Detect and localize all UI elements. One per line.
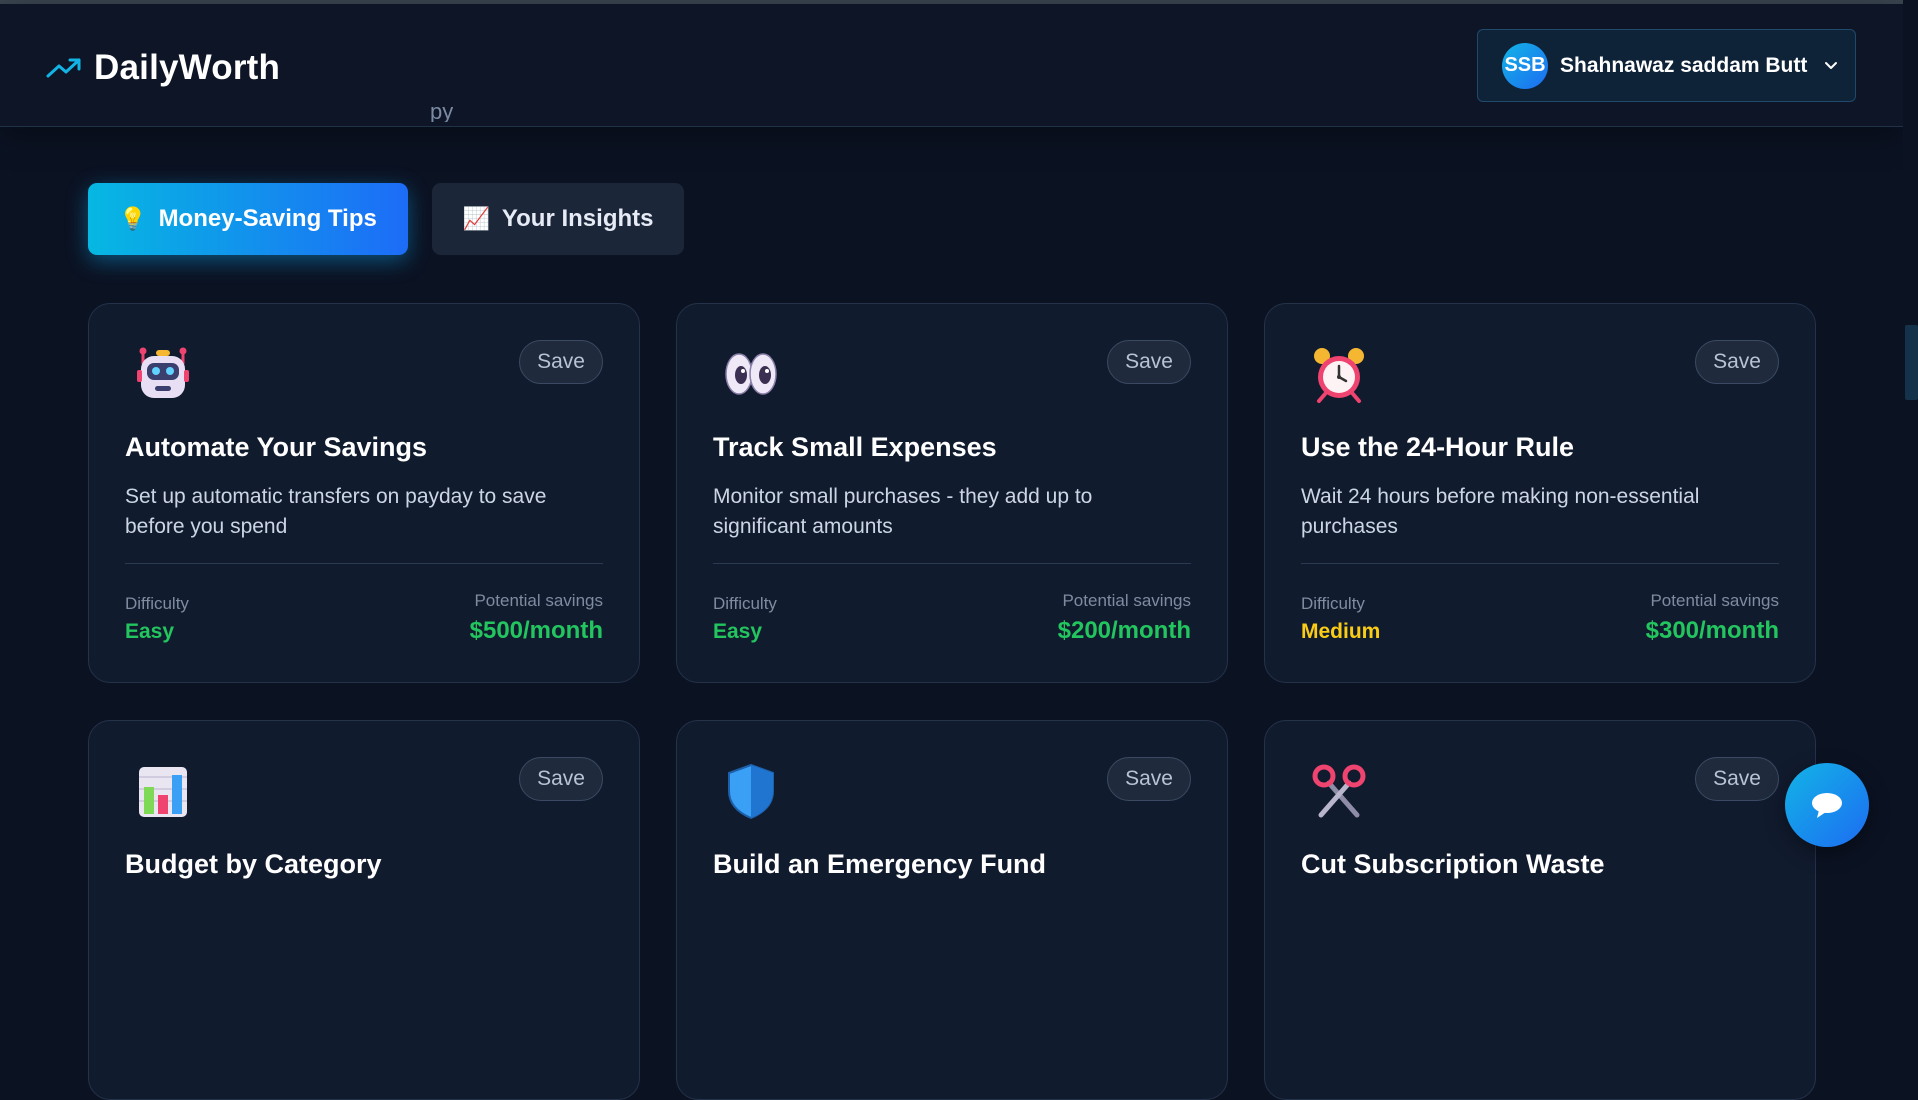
bar-chart-icon xyxy=(139,767,187,817)
difficulty-value: Easy xyxy=(713,620,763,643)
save-button[interactable]: Save xyxy=(1107,757,1191,801)
obscured-subtitle: py xyxy=(430,104,454,122)
savings-label: Potential savings xyxy=(1062,591,1191,610)
tip-title: Cut Subscription Waste xyxy=(1301,849,1605,879)
save-button[interactable]: Save xyxy=(1695,340,1779,384)
savings-label: Potential savings xyxy=(474,591,603,610)
brand-name: DailyWorth xyxy=(94,48,281,87)
savings-value: $500/month xyxy=(469,617,603,644)
tip-title: Automate Your Savings xyxy=(125,432,428,462)
scrollbar-track[interactable] xyxy=(1903,0,1918,883)
brand[interactable]: DailyWorth xyxy=(46,48,280,88)
lightbulb-icon: 💡 xyxy=(119,206,147,231)
tab-label: Money-Saving Tips xyxy=(158,205,377,232)
chevron-down-icon xyxy=(1825,61,1838,69)
tab-your-insights[interactable]: 📈 Your Insights xyxy=(432,183,684,255)
tip-card: Save Automate Your Savings Set up automa… xyxy=(88,303,640,683)
shield-icon xyxy=(728,763,774,820)
chart-increasing-icon: 📈 xyxy=(462,206,490,231)
chat-bubble-icon xyxy=(1812,793,1842,818)
tip-card: Save Build an Emergency Fund xyxy=(676,720,1228,1100)
eyes-icon xyxy=(725,353,777,395)
divider xyxy=(1301,563,1779,564)
divider xyxy=(125,563,603,564)
tip-description: Monitor small purchases - they add up to… xyxy=(713,485,1093,538)
avatar: SSB xyxy=(1502,42,1548,89)
savings-value: $200/month xyxy=(1057,617,1191,644)
tip-card: Save Cut Subscription Waste xyxy=(1264,720,1816,1100)
tip-card: Save Budget by Category xyxy=(88,720,640,1100)
robot-icon xyxy=(137,347,189,398)
difficulty-label: Difficulty xyxy=(713,594,777,613)
difficulty-label: Difficulty xyxy=(1301,594,1365,613)
save-button[interactable]: Save xyxy=(519,340,603,384)
tab-money-saving-tips[interactable]: 💡 Money-Saving Tips xyxy=(88,183,408,255)
tip-title: Track Small Expenses xyxy=(713,432,997,462)
user-menu-button[interactable]: SSB Shahnawaz saddam Butt xyxy=(1477,29,1856,102)
tip-title: Use the 24-Hour Rule xyxy=(1301,432,1575,462)
scrollbar-thumb[interactable] xyxy=(1905,325,1918,400)
chat-button[interactable] xyxy=(1785,763,1869,847)
tip-title: Build an Emergency Fund xyxy=(713,849,1047,879)
difficulty-value: Medium xyxy=(1301,620,1381,643)
scissors-icon xyxy=(1312,764,1366,818)
tip-description: Wait 24 hours before making non-essentia… xyxy=(1301,485,1700,538)
tip-description: Set up automatic transfers on payday to … xyxy=(125,485,547,538)
tip-card: Save Use the 24-Hour Rule Wait 24 hours … xyxy=(1264,303,1816,683)
tip-title: Budget by Category xyxy=(125,849,382,879)
save-button[interactable]: Save xyxy=(519,757,603,801)
tip-card: Save Track Small Expenses Monitor small … xyxy=(676,303,1228,683)
difficulty-value: Easy xyxy=(125,620,175,643)
user-name: Shahnawaz saddam Butt xyxy=(1560,53,1808,77)
alarm-clock-icon xyxy=(1314,348,1364,403)
divider xyxy=(713,563,1191,564)
save-button[interactable]: Save xyxy=(1107,340,1191,384)
difficulty-label: Difficulty xyxy=(125,594,189,613)
tab-label: Your Insights xyxy=(501,205,654,232)
app-header: DailyWorth SSB Shahnawaz saddam Butt xyxy=(0,4,1903,127)
savings-value: $300/month xyxy=(1645,617,1779,644)
savings-label: Potential savings xyxy=(1650,591,1779,610)
trending-up-icon xyxy=(46,58,81,78)
save-button[interactable]: Save xyxy=(1695,757,1779,801)
